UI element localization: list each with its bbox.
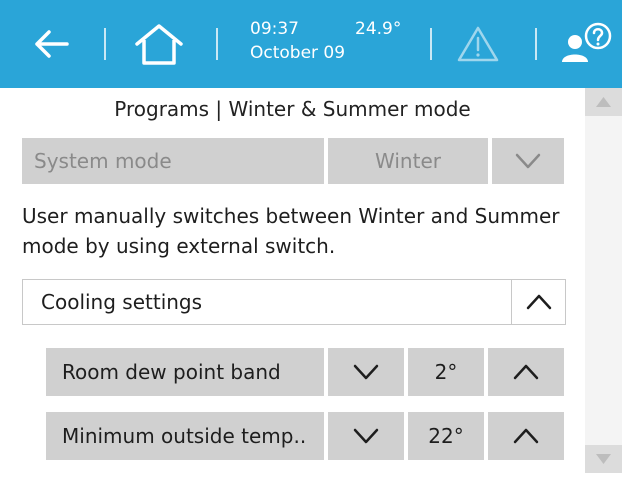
- top-bar: 09:37 24.9° October 09: [0, 0, 622, 88]
- increase-button[interactable]: [488, 348, 564, 396]
- help-button[interactable]: [550, 0, 620, 88]
- system-mode-row: System mode Winter: [22, 138, 564, 184]
- divider: [104, 28, 106, 60]
- chevron-down-icon: [353, 428, 379, 444]
- setting-value: 22°: [408, 412, 484, 460]
- cooling-settings-row: Cooling settings: [22, 279, 566, 325]
- system-mode-dropdown-button[interactable]: [492, 138, 564, 184]
- user-help-icon: [562, 22, 612, 62]
- mode-description: User manually switches between Winter an…: [22, 204, 560, 258]
- chevron-down-icon: [353, 364, 379, 380]
- setting-value: 2°: [408, 348, 484, 396]
- setting-label: Room dew point band: [46, 348, 324, 396]
- system-mode-label: System mode: [22, 138, 324, 184]
- decrease-button[interactable]: [328, 348, 404, 396]
- warning-icon: [457, 26, 499, 62]
- divider: [430, 28, 432, 60]
- divider: [216, 28, 218, 60]
- chevron-down-icon: [515, 153, 541, 169]
- divider: [535, 28, 537, 60]
- triangle-down-icon: [596, 454, 611, 464]
- setting-label: Minimum outside temp..: [46, 412, 324, 460]
- home-icon: [135, 24, 183, 65]
- temperature-text: 24.9°: [355, 19, 402, 39]
- scroll-up-button[interactable]: [585, 88, 622, 116]
- decrease-button[interactable]: [328, 412, 404, 460]
- home-button[interactable]: [124, 0, 194, 88]
- setting-row-minimum-outside-temp: Minimum outside temp.. 22°: [46, 412, 564, 460]
- chevron-up-icon: [526, 294, 551, 310]
- scrollbar[interactable]: [585, 88, 622, 473]
- page-title: Programs | Winter & Summer mode: [114, 97, 471, 121]
- content-area: Programs | Winter & Summer mode System m…: [0, 88, 585, 473]
- date-text: October 09: [250, 43, 346, 63]
- system-mode-value: Winter: [328, 138, 488, 184]
- back-button[interactable]: [22, 0, 80, 88]
- triangle-up-icon: [596, 97, 611, 107]
- time-text: 09:37: [250, 19, 299, 39]
- cooling-settings-label: Cooling settings: [41, 290, 203, 314]
- chevron-up-icon: [513, 364, 539, 380]
- chevron-up-icon: [513, 428, 539, 444]
- warning-button[interactable]: [448, 0, 508, 88]
- scroll-down-button[interactable]: [585, 445, 622, 473]
- increase-button[interactable]: [488, 412, 564, 460]
- cooling-settings-collapse-button[interactable]: [511, 280, 565, 324]
- setting-row-room-dew-point-band: Room dew point band 2°: [46, 348, 564, 396]
- arrow-left-icon: [35, 30, 69, 58]
